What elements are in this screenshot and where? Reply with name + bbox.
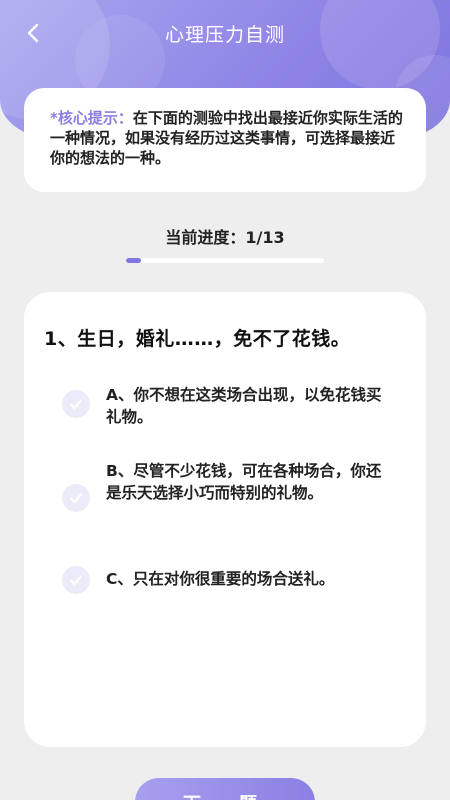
question-text: 1、生日，婚礼……，免不了花钱。: [44, 328, 351, 350]
progress-bar-fill: [126, 258, 142, 263]
next-question-button[interactable]: 下一题: [135, 778, 315, 800]
question-card: 1、生日，婚礼……，免不了花钱。 A、你不想在这类场合出现，以免花钱买礼物。 B…: [24, 292, 426, 747]
check-icon: [62, 390, 90, 418]
page: 心理压力自测 *核心提示：在下面的测验中找出最接近你实际生活的一种情况，如果没有…: [0, 0, 450, 800]
progress-label: 当前进度：1/13: [165, 228, 285, 247]
progress-bar: [126, 258, 324, 263]
option-label: B、尽管不少花钱，可在各种场合，你还是乐天选择小巧而特别的礼物。: [106, 462, 382, 502]
check-icon: [62, 484, 90, 512]
check-icon: [62, 566, 90, 594]
tip-label: *核心提示：: [50, 109, 133, 127]
page-title: 心理压力自测: [164, 24, 285, 46]
tip-card: *核心提示：在下面的测验中找出最接近你实际生活的一种情况，如果没有经历过这类事情…: [24, 88, 426, 192]
option-label: C、只在对你很重要的场合送礼。: [106, 570, 335, 588]
option-label: A、你不想在这类场合出现，以免花钱买礼物。: [106, 386, 382, 426]
